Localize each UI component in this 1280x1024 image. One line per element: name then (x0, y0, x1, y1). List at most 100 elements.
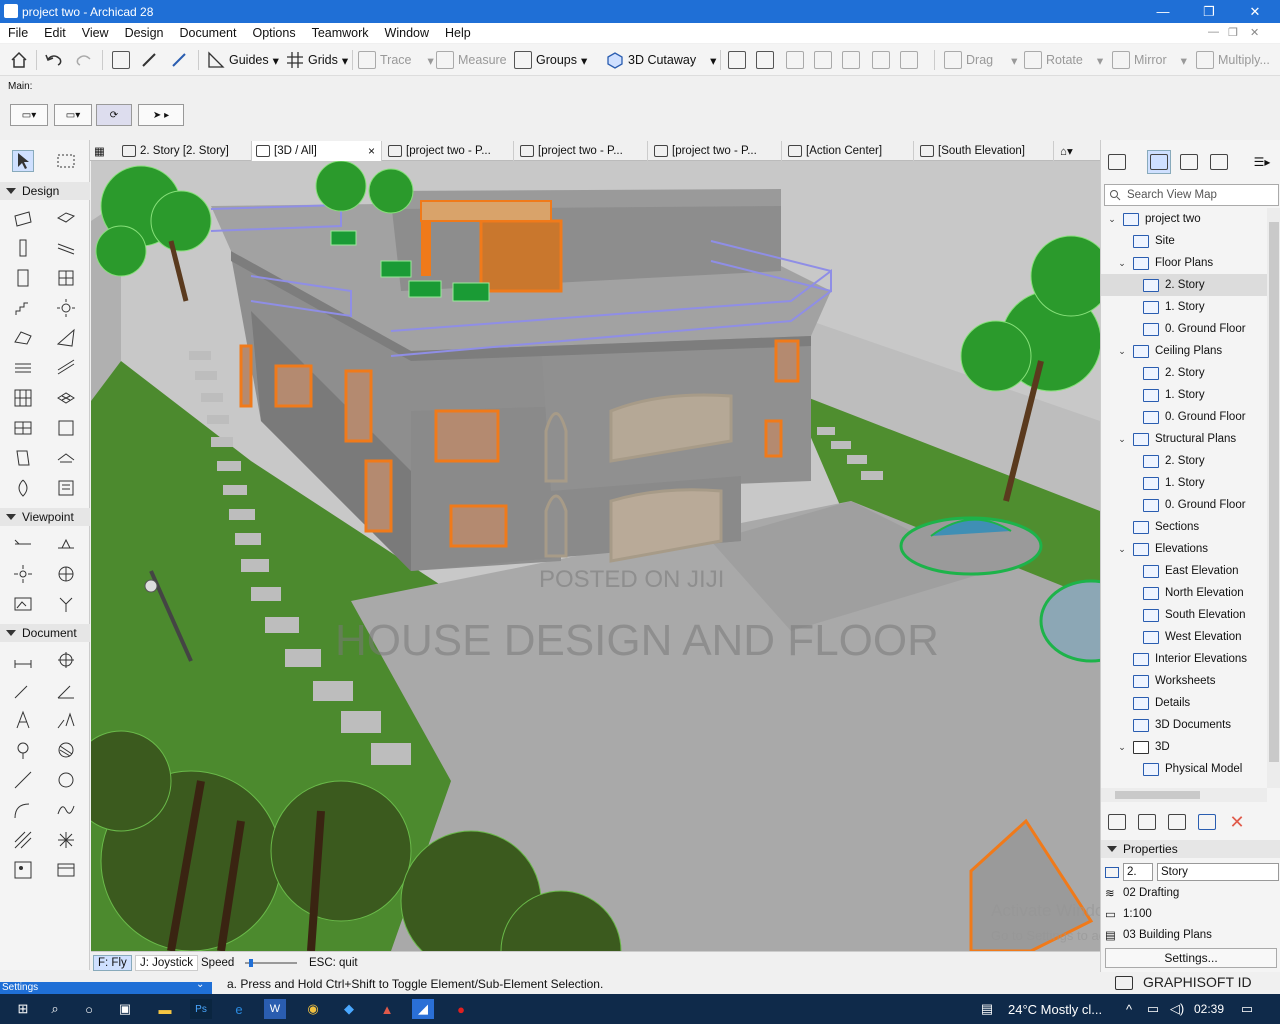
worksheet-tool-icon[interactable] (55, 563, 77, 585)
story-number-field[interactable]: 2. (1123, 863, 1153, 881)
tree-item-floor-plans[interactable]: ⌄ Floor Plans (1101, 252, 1267, 274)
stair-maker-tool-icon[interactable] (55, 477, 77, 499)
properties-header[interactable]: Properties (1101, 840, 1280, 858)
line-tool-icon[interactable] (12, 769, 34, 791)
app-icon[interactable]: ◆ (338, 999, 360, 1019)
tab-overflow-icon[interactable]: ⌂▾ (1056, 141, 1098, 161)
speed-slider[interactable] (241, 955, 301, 971)
delete-icon[interactable]: ✕ (1225, 810, 1249, 834)
document-section-header[interactable]: Document (0, 624, 90, 642)
measure-button[interactable]: Measure (436, 48, 507, 72)
menu-teamwork[interactable]: Teamwork (304, 26, 377, 40)
menu-options[interactable]: Options (244, 26, 303, 40)
viewpoint-section-header[interactable]: Viewpoint (0, 508, 90, 526)
angle-dimension-tool-icon[interactable] (55, 679, 77, 701)
graphisoft-id-label[interactable]: GRAPHISOFT ID (1143, 974, 1252, 990)
text-tool-icon[interactable] (12, 709, 34, 731)
grids-button[interactable]: Grids ▾ (286, 48, 348, 72)
restore-button[interactable]: ❐ (1186, 0, 1232, 23)
menu-edit[interactable]: Edit (36, 26, 74, 40)
tree-item-ceiling-ground[interactable]: 0. Ground Floor (1101, 406, 1267, 428)
project-map-icon[interactable] (1105, 150, 1129, 174)
windows-start-icon[interactable]: ⊞ (12, 999, 34, 1019)
clock-time[interactable]: 02:39 (1194, 1002, 1224, 1016)
recorder-icon[interactable]: ● (450, 999, 472, 1019)
split-icon[interactable] (728, 48, 746, 72)
tree-item-floor-2-story[interactable]: 2. Story (1101, 274, 1267, 296)
design-section-header[interactable]: Design (0, 182, 90, 200)
view-settings-icon[interactable] (1195, 810, 1219, 834)
tab-overview-icon[interactable]: ▦ (90, 141, 116, 161)
cortana-icon[interactable]: ○ (78, 999, 100, 1019)
curve-icon[interactable] (842, 48, 860, 72)
arc-tool-icon[interactable] (12, 799, 34, 821)
file-explorer-icon[interactable]: ▬ (154, 999, 176, 1019)
fly-mode-button[interactable]: F: Fly (93, 955, 132, 971)
snap-icon[interactable] (112, 48, 130, 72)
tree-item-west-elevation[interactable]: West Elevation (1101, 626, 1267, 648)
tree-item-floor-ground[interactable]: 0. Ground Floor (1101, 318, 1267, 340)
arrow-tool-icon[interactable] (12, 150, 34, 172)
3d-cutaway-button[interactable]: 3D Cutaway ▾ (606, 48, 716, 72)
tree-item-structural-ground[interactable]: 0. Ground Floor (1101, 494, 1267, 516)
tree-item-north-elevation[interactable]: North Elevation (1101, 582, 1267, 604)
fill-tool-icon[interactable] (55, 739, 77, 761)
tree-vertical-scrollbar[interactable] (1267, 208, 1280, 788)
spline-tool-icon[interactable] (55, 799, 77, 821)
home-icon[interactable] (10, 48, 28, 72)
story-name-field[interactable]: Story (1157, 863, 1279, 881)
task-view-icon[interactable]: ▣ (114, 999, 136, 1019)
tree-item-structural-1-story[interactable]: 1. Story (1101, 472, 1267, 494)
chrome-icon[interactable]: ◉ (302, 999, 324, 1019)
railing-tool-icon[interactable] (12, 357, 34, 379)
inject-icon[interactable] (170, 48, 188, 72)
rotate-button[interactable]: Rotate ▾ (1024, 48, 1103, 72)
tree-item-elevations[interactable]: ⌄ Elevations (1101, 538, 1267, 560)
ramp-tool-icon[interactable] (55, 357, 77, 379)
column-tool-icon[interactable] (12, 237, 34, 259)
menu-view[interactable]: View (74, 26, 117, 40)
tree-item-details[interactable]: Details (1101, 692, 1267, 714)
tree-item-floor-1-story[interactable]: 1. Story (1101, 296, 1267, 318)
tab-south-elevation[interactable]: [South Elevation] (916, 141, 1054, 161)
trace-button[interactable]: Trace ▾ (358, 48, 434, 72)
mdi-close-icon[interactable]: ✕ (1250, 26, 1259, 39)
drawing-tool-icon[interactable] (55, 859, 77, 881)
opening-tool-icon[interactable] (12, 477, 34, 499)
marker-tool-icon[interactable] (12, 739, 34, 761)
clone-view-icon[interactable] (1135, 810, 1159, 834)
mdi-restore-icon[interactable]: ❐ (1228, 26, 1238, 39)
stair-tool-icon[interactable] (12, 297, 34, 319)
tab-close-icon[interactable]: × (368, 144, 375, 158)
roof-tool-icon[interactable] (12, 327, 34, 349)
elevation-tool-icon[interactable] (55, 533, 77, 555)
tree-item-ceiling-plans[interactable]: ⌄ Ceiling Plans (1101, 340, 1267, 362)
new-view-icon[interactable] (1105, 810, 1129, 834)
tab-layout-2[interactable]: [project two - P... (516, 141, 648, 161)
office-icon[interactable]: ▲ (376, 999, 398, 1019)
tree-item-structural-2-story[interactable]: 2. Story (1101, 450, 1267, 472)
offset-icon[interactable] (786, 48, 804, 72)
volume-icon[interactable]: ◁) (1166, 999, 1188, 1019)
morph-tool-icon[interactable] (12, 447, 34, 469)
view-map-icon[interactable] (1147, 150, 1171, 174)
door-tool-icon[interactable] (12, 267, 34, 289)
tree-item-east-elevation[interactable]: East Elevation (1101, 560, 1267, 582)
tree-item-structural-plans[interactable]: ⌄ Structural Plans (1101, 428, 1267, 450)
camera-tool-icon[interactable] (55, 593, 77, 615)
navigator-menu-icon[interactable]: ☰▸ (1247, 150, 1277, 174)
tab-3d-view[interactable]: [3D / All] × (252, 141, 382, 161)
zone-tool-icon[interactable] (55, 417, 77, 439)
menu-window[interactable]: Window (377, 26, 437, 40)
tree-item-ceiling-2-story[interactable]: 2. Story (1101, 362, 1267, 384)
tree-horizontal-scrollbar[interactable] (1101, 788, 1267, 802)
menu-help[interactable]: Help (437, 26, 479, 40)
tab-layout-3[interactable]: [project two - P... (650, 141, 782, 161)
label-tool-icon[interactable] (55, 709, 77, 731)
publisher-sets-icon[interactable] (1207, 150, 1231, 174)
lamp-tool-icon[interactable] (55, 297, 77, 319)
radial-dimension-tool-icon[interactable] (12, 679, 34, 701)
marquee-combo-icon[interactable]: ▭▾ (54, 104, 92, 126)
groups-button[interactable]: Groups ▾ (514, 48, 587, 72)
tree-item-3d-documents[interactable]: 3D Documents (1101, 714, 1267, 736)
